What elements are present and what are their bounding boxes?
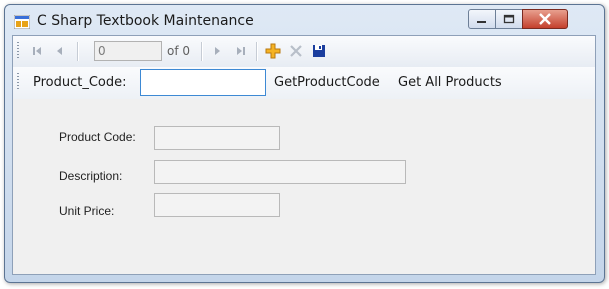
position-input[interactable] xyxy=(94,41,162,61)
add-new-button[interactable] xyxy=(265,43,281,59)
move-next-button[interactable] xyxy=(209,43,225,59)
delete-icon xyxy=(290,45,302,57)
move-first-icon xyxy=(33,47,41,55)
delete-button[interactable] xyxy=(288,43,304,59)
toolbar-grip[interactable] xyxy=(17,73,19,91)
unit-price-field[interactable] xyxy=(154,193,280,217)
maximize-icon xyxy=(503,14,515,24)
search-toolstrip: Product_Code: GetProductCode Get All Pro… xyxy=(13,67,595,99)
move-last-button[interactable] xyxy=(233,43,249,59)
product-code-search-input[interactable] xyxy=(140,69,266,96)
save-button[interactable] xyxy=(311,43,327,59)
application-window: C Sharp Textbook Maintenance of 0 xyxy=(4,4,605,283)
window-title: C Sharp Textbook Maintenance xyxy=(37,13,254,29)
binding-navigator: of 0 xyxy=(13,36,595,68)
add-icon xyxy=(265,43,281,59)
title-bar[interactable]: C Sharp Textbook Maintenance xyxy=(5,5,604,35)
close-icon xyxy=(539,13,551,25)
maximize-button[interactable] xyxy=(495,9,523,29)
save-icon xyxy=(313,45,325,57)
form-client-area: of 0 Product_Code: GetProductCode xyxy=(12,35,596,275)
get-product-code-button[interactable]: GetProductCode xyxy=(274,75,380,90)
move-next-icon xyxy=(215,47,220,55)
move-previous-icon xyxy=(57,47,62,55)
move-previous-button[interactable] xyxy=(52,43,68,59)
move-first-button[interactable] xyxy=(29,43,45,59)
unit-price-label: Unit Price: xyxy=(59,204,115,218)
description-label: Description: xyxy=(59,169,123,183)
count-label: of 0 xyxy=(167,44,191,58)
move-last-icon xyxy=(237,47,245,55)
app-icon xyxy=(14,15,30,29)
get-all-products-button[interactable]: Get All Products xyxy=(398,75,502,90)
toolbar-separator xyxy=(77,42,79,61)
minimize-icon xyxy=(477,21,486,23)
toolbar-separator xyxy=(201,42,203,61)
minimize-button[interactable] xyxy=(468,9,496,29)
toolbar-grip[interactable] xyxy=(17,42,19,60)
product-code-search-label: Product_Code: xyxy=(33,75,127,90)
product-code-label: Product Code: xyxy=(59,130,136,144)
close-button[interactable] xyxy=(522,9,568,29)
toolbar-separator xyxy=(256,42,258,61)
product-code-field[interactable] xyxy=(154,126,280,150)
description-field[interactable] xyxy=(154,160,406,184)
